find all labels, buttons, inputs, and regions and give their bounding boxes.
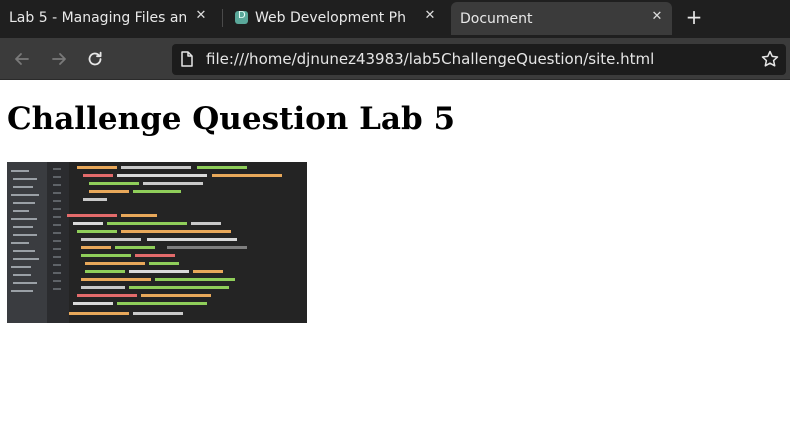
- tab-title: Document: [460, 10, 533, 27]
- close-tab-icon[interactable]: ✕: [423, 9, 437, 23]
- close-tab-icon[interactable]: ✕: [650, 10, 664, 24]
- url-text[interactable]: file:///home/djnunez43983/lab5ChallengeQ…: [206, 50, 654, 68]
- tab-title: Web Development Photo: [255, 9, 406, 26]
- tab-web-development-photo[interactable]: Web Development Photo ✕: [226, 0, 445, 35]
- code-screenshot-image: [7, 162, 307, 323]
- tab-separator: [222, 9, 223, 27]
- forward-arrow-icon[interactable]: [49, 49, 69, 69]
- page-icon: [180, 51, 194, 71]
- back-arrow-icon[interactable]: [12, 49, 32, 69]
- tab-strip: Lab 5 - Managing Files and Direc ✕ Web D…: [0, 0, 790, 38]
- d-badge-icon: [235, 10, 248, 24]
- address-bar[interactable]: file:///home/djnunez43983/lab5ChallengeQ…: [172, 44, 786, 75]
- reload-icon[interactable]: [85, 49, 105, 69]
- page-content: Challenge Question Lab 5: [0, 80, 790, 425]
- bookmark-star-icon[interactable]: [760, 49, 780, 73]
- close-tab-icon[interactable]: ✕: [194, 9, 208, 23]
- page-heading: Challenge Question Lab 5: [7, 101, 456, 137]
- tab-lab5[interactable]: Lab 5 - Managing Files and Direc ✕: [0, 0, 216, 35]
- tab-title: Lab 5 - Managing Files and Direc: [9, 9, 186, 26]
- tab-document[interactable]: Document ✕: [451, 2, 672, 35]
- new-tab-icon[interactable]: +: [684, 7, 704, 27]
